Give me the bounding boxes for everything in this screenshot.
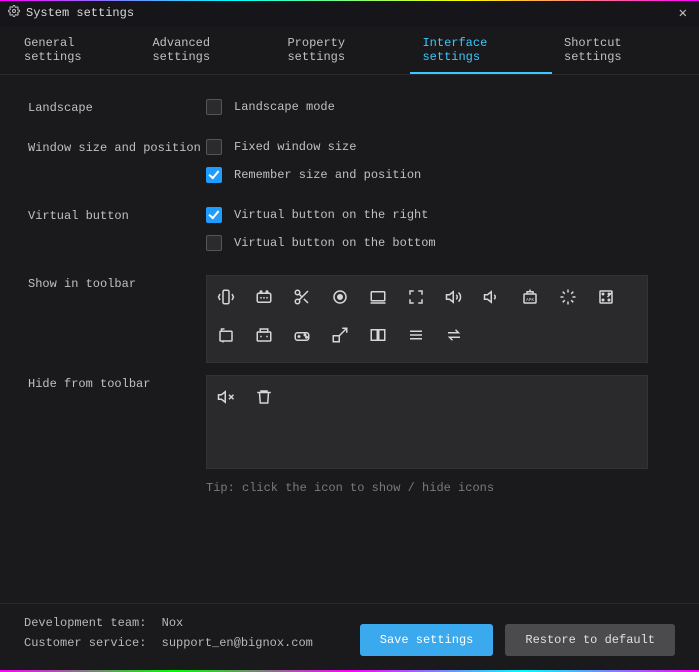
gear-icon xyxy=(8,5,20,21)
svg-text:APK: APK xyxy=(526,297,534,303)
screenshot-icon[interactable] xyxy=(217,326,235,344)
hide-toolbar-box xyxy=(206,375,648,469)
toolbar-tip: Tip: click the icon to show / hide icons xyxy=(206,481,671,495)
tabs: General settings Advanced settings Prope… xyxy=(0,26,699,75)
tab-interface[interactable]: Interface settings xyxy=(410,26,552,74)
recorder-icon[interactable] xyxy=(255,326,273,344)
trash-icon[interactable] xyxy=(255,388,273,406)
restore-default-button[interactable]: Restore to default xyxy=(505,624,675,656)
show-toolbar-box: APK xyxy=(206,275,648,363)
hide-toolbar-label: Hide from toolbar xyxy=(28,375,206,391)
show-toolbar-label: Show in toolbar xyxy=(28,275,206,291)
virtual-button-right-label: Virtual button on the right xyxy=(234,208,428,222)
remember-size-label: Remember size and position xyxy=(234,168,421,182)
fullscreen-icon[interactable] xyxy=(407,288,425,306)
save-settings-button[interactable]: Save settings xyxy=(360,624,494,656)
window-title: System settings xyxy=(26,6,675,20)
window-top-stripe xyxy=(0,0,699,1)
content-panel: Landscape Landscape mode Window size and… xyxy=(0,75,699,515)
resize-icon[interactable] xyxy=(331,326,349,344)
gamepad-icon[interactable] xyxy=(293,326,311,344)
virtual-button-bottom-label: Virtual button on the bottom xyxy=(234,236,436,250)
customer-service-label: Customer service: xyxy=(24,636,146,650)
mute-icon[interactable] xyxy=(217,388,235,406)
windowsize-label: Window size and position xyxy=(28,139,206,155)
volume-up-icon[interactable] xyxy=(445,288,463,306)
keyboard-icon[interactable] xyxy=(255,288,273,306)
remember-size-checkbox[interactable] xyxy=(206,167,222,183)
dev-team-value: Nox xyxy=(162,616,184,630)
landscape-label: Landscape xyxy=(28,99,206,115)
customer-service-value: support_en@bignox.com xyxy=(162,636,313,650)
virtual-button-bottom-checkbox[interactable] xyxy=(206,235,222,251)
tab-property[interactable]: Property settings xyxy=(275,26,410,74)
virtualbutton-label: Virtual button xyxy=(28,207,206,223)
tab-general[interactable]: General settings xyxy=(12,26,140,74)
apk-icon[interactable]: APK xyxy=(521,288,539,306)
transfer-icon[interactable] xyxy=(445,326,463,344)
fixed-window-size-label: Fixed window size xyxy=(234,140,356,154)
landscape-mode-label: Landscape mode xyxy=(234,100,335,114)
virtual-button-right-checkbox[interactable] xyxy=(206,207,222,223)
computer-icon[interactable] xyxy=(369,288,387,306)
script-icon[interactable] xyxy=(597,288,615,306)
footer: Development team: Nox Customer service: … xyxy=(0,603,699,672)
tab-shortcut[interactable]: Shortcut settings xyxy=(552,26,687,74)
two-pane-icon[interactable] xyxy=(369,326,387,344)
menu-bars-icon[interactable] xyxy=(407,326,425,344)
location-icon[interactable] xyxy=(331,288,349,306)
volume-down-icon[interactable] xyxy=(483,288,501,306)
fixed-window-size-checkbox[interactable] xyxy=(206,139,222,155)
close-button[interactable]: ✕ xyxy=(675,3,691,24)
landscape-mode-checkbox[interactable] xyxy=(206,99,222,115)
scissors-icon[interactable] xyxy=(293,288,311,306)
dev-team-label: Development team: xyxy=(24,616,146,630)
tab-advanced[interactable]: Advanced settings xyxy=(140,26,275,74)
titlebar: System settings ✕ xyxy=(0,0,699,26)
loading-icon[interactable] xyxy=(559,288,577,306)
shake-icon[interactable] xyxy=(217,288,235,306)
